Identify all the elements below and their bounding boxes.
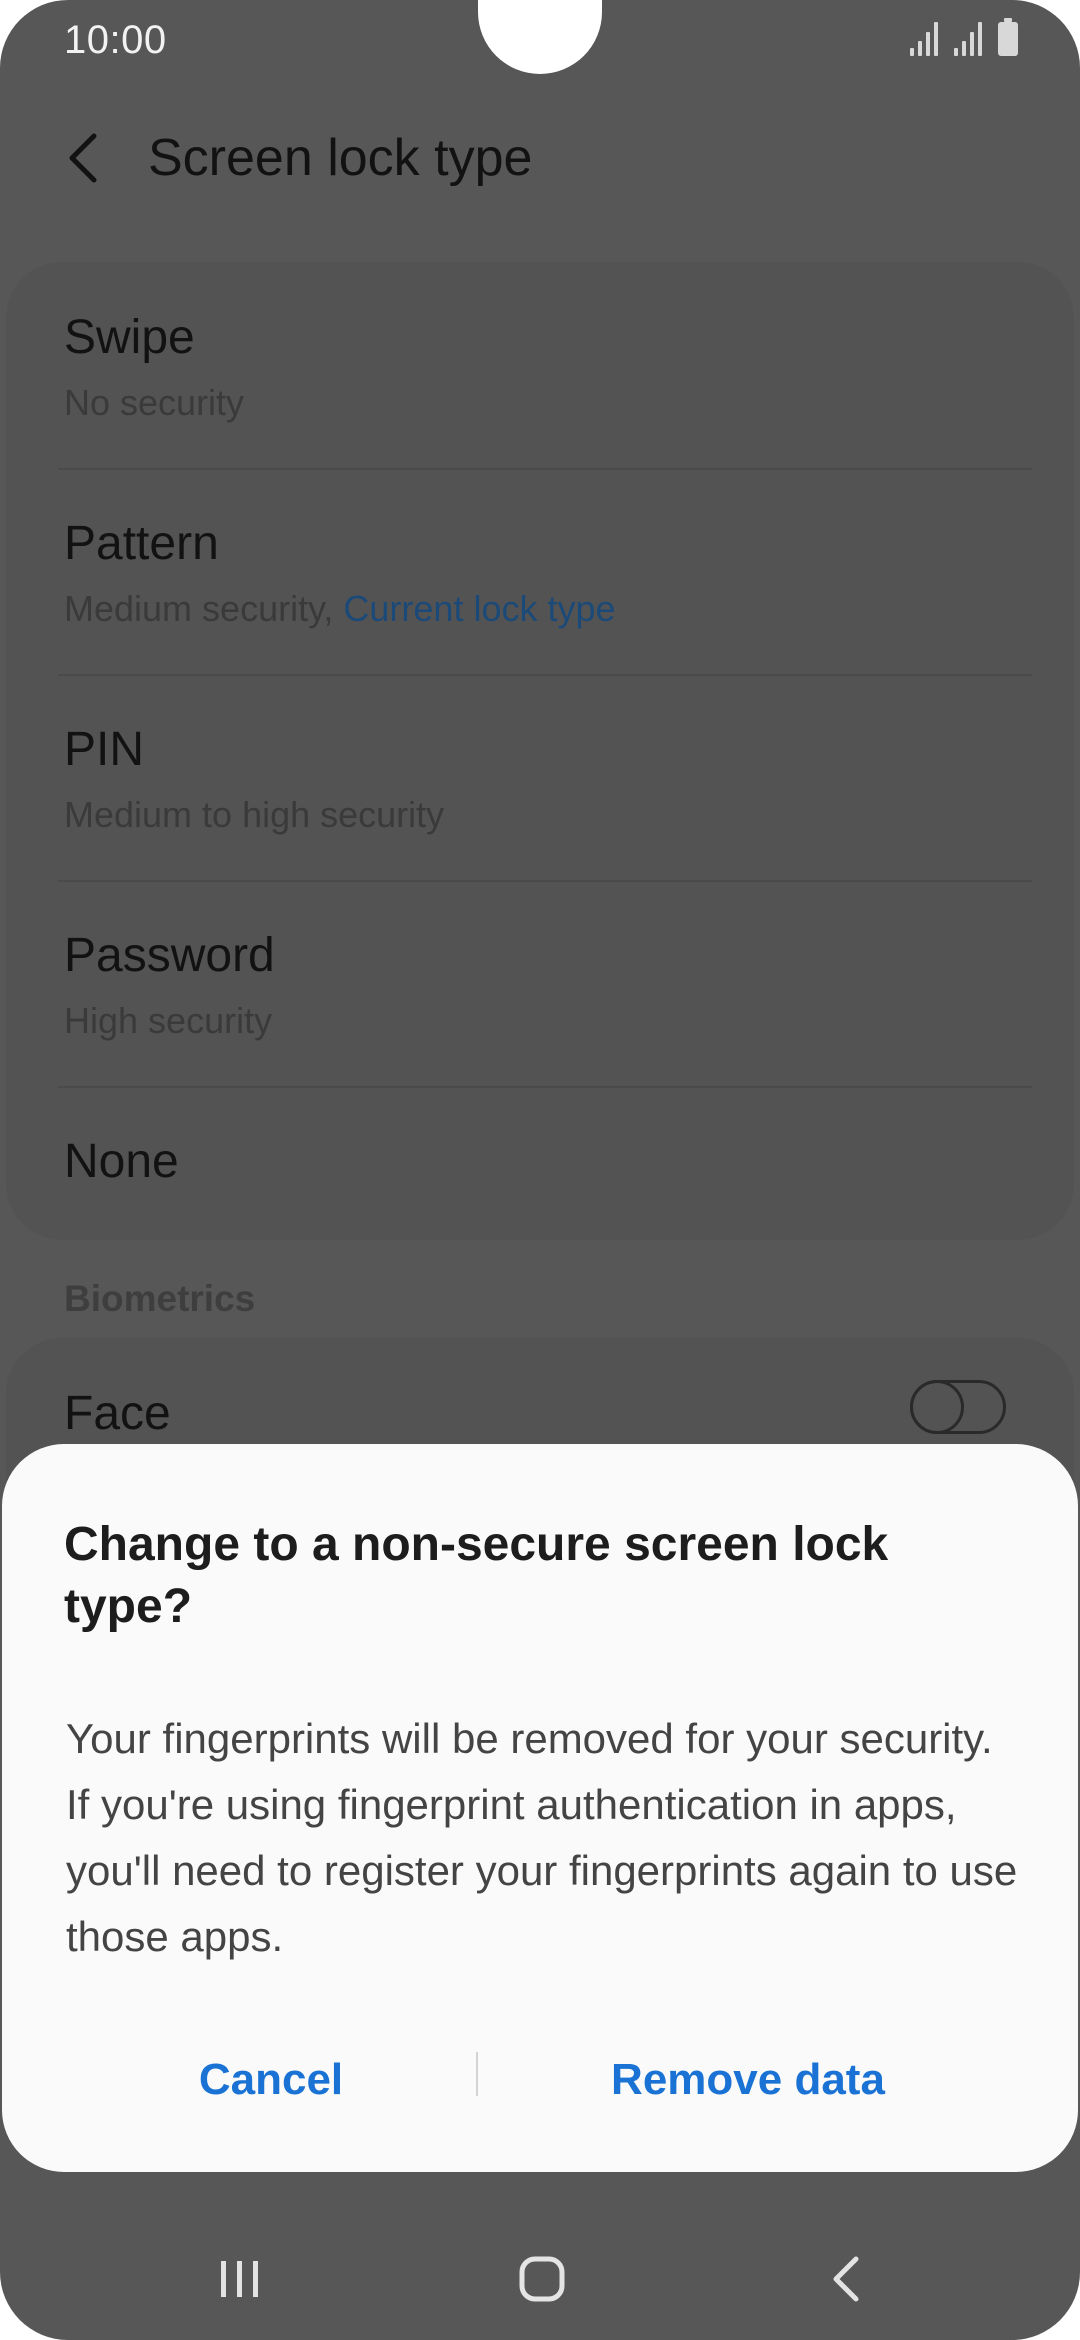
recent-apps-button[interactable]: [200, 2244, 280, 2314]
dialog-body: Your fingerprints will be removed for yo…: [66, 1715, 1018, 1960]
home-icon: [519, 2256, 565, 2302]
phone-screen: 10:00 Screen lock type Swipe No security: [0, 0, 1080, 2340]
option-none[interactable]: None: [64, 1088, 1034, 1238]
cancel-button[interactable]: Cancel: [62, 2050, 480, 2110]
signal-icon: [910, 22, 940, 56]
nav-back-button[interactable]: [806, 2244, 886, 2314]
battery-icon: [998, 18, 1018, 56]
toggle-knob: [910, 1380, 964, 1434]
option-swipe[interactable]: Swipe No security: [64, 262, 1034, 468]
option-title: Password: [64, 929, 275, 982]
option-subtitle: Medium security, Current lock type: [64, 588, 616, 630]
status-icons: [910, 18, 1018, 56]
confirm-dialog: Change to a non-secure screen lock type?…: [2, 1444, 1078, 2172]
page-title: Screen lock type: [148, 129, 533, 187]
camera-notch: [478, 0, 602, 74]
option-subtitle: Medium to high security: [64, 794, 445, 835]
status-time: 10:00: [64, 18, 167, 62]
option-pattern[interactable]: Pattern Medium security, Current lock ty…: [64, 470, 1034, 676]
current-lock-type-label: Current lock type: [343, 588, 616, 629]
option-pin[interactable]: PIN Medium to high security: [64, 676, 1034, 882]
back-button[interactable]: [58, 128, 108, 188]
dialog-title: Change to a non-secure screen lock type?: [64, 1518, 889, 1633]
biometrics-section-header: Biometrics: [64, 1278, 256, 1319]
option-title: Pattern: [64, 517, 219, 570]
signal-icon: [954, 22, 984, 56]
remove-data-button[interactable]: Remove data: [542, 2050, 954, 2110]
option-title: PIN: [64, 723, 145, 776]
face-toggle[interactable]: [910, 1380, 1006, 1434]
back-icon: [833, 2256, 859, 2302]
option-title: Face: [64, 1387, 171, 1440]
button-separator: [476, 2052, 478, 2096]
subtitle-text: Medium security,: [64, 588, 344, 629]
chevron-left-icon: [69, 133, 97, 183]
home-button[interactable]: [502, 2244, 582, 2314]
option-title: Swipe: [64, 311, 195, 364]
option-password[interactable]: Password High security: [64, 882, 1034, 1088]
recent-apps-icon: [221, 2261, 258, 2297]
option-subtitle: No security: [64, 382, 245, 423]
option-title: None: [64, 1135, 179, 1188]
option-subtitle: High security: [64, 1000, 273, 1041]
lock-options-card: Swipe No security Pattern Medium securit…: [6, 262, 1074, 1240]
